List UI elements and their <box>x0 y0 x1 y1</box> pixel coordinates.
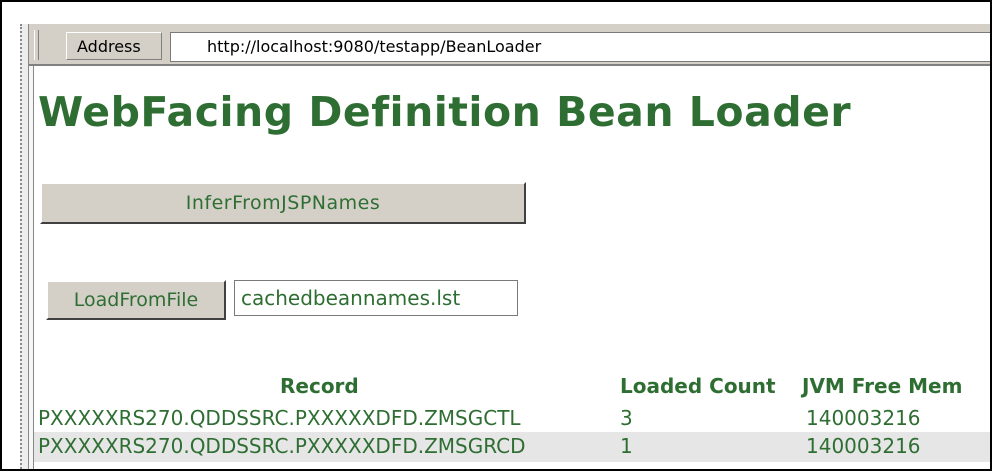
loaded-count-cell: 3 <box>620 406 633 430</box>
infer-from-jsp-names-button[interactable]: InferFromJSPNames <box>40 182 526 224</box>
loaded-count-cell: 1 <box>620 434 633 458</box>
toolbar-grip[interactable] <box>34 30 39 60</box>
address-input[interactable]: http://localhost:9080/testapp/BeanLoader <box>170 32 990 62</box>
table-row: PXXXXXRS270.QDDSSRC.PXXXXXDFD.ZMSGCTL 3 … <box>34 404 990 430</box>
browser-window: Address http://localhost:9080/testapp/Be… <box>0 0 992 471</box>
load-from-file-button[interactable]: LoadFromFile <box>46 280 226 320</box>
table-row: PXXXXXRS270.QDDSSRC.PXXXXXDFD.ZMSGRCD 1 … <box>34 432 990 462</box>
page-title: WebFacing Definition Bean Loader <box>38 88 852 136</box>
jvm-free-mem-cell: 140003216 <box>806 434 921 458</box>
address-toolbar: Address http://localhost:9080/testapp/Be… <box>26 24 990 66</box>
column-header-loaded-count: Loaded Count <box>620 374 776 398</box>
column-header-record: Record <box>280 374 359 398</box>
record-cell: PXXXXXRS270.QDDSSRC.PXXXXXDFD.ZMSGRCD <box>38 434 526 458</box>
filename-input[interactable]: cachedbeannames.lst <box>234 280 518 316</box>
record-cell: PXXXXXRS270.QDDSSRC.PXXXXXDFD.ZMSGCTL <box>38 406 521 430</box>
address-label: Address <box>66 32 162 60</box>
jvm-free-mem-cell: 140003216 <box>806 406 921 430</box>
column-header-jvm-free-mem: JVM Free Mem <box>802 374 963 398</box>
